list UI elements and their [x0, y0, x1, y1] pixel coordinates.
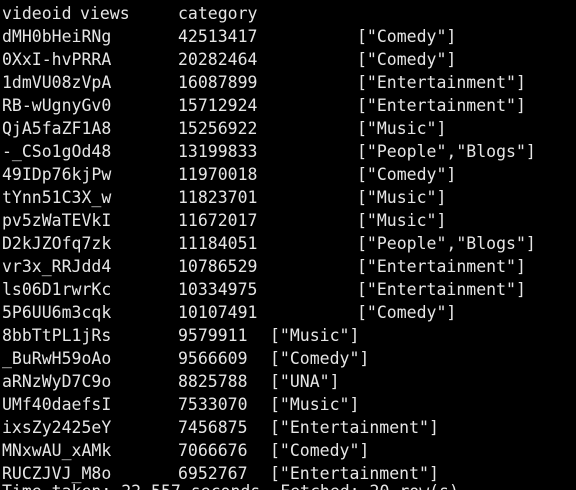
cell-views: 9566609 [178, 349, 248, 368]
cell-views: 10107491 [178, 303, 258, 322]
cell-videoid: aRNzWyD7C9o [2, 372, 112, 391]
cell-videoid: ls06D1rwrKc [2, 280, 112, 299]
cell-videoid: MNxwAU_xAMk [2, 441, 112, 460]
cell-videoid: D2kJZOfq7zk [2, 234, 112, 253]
cell-views: 42513417 [178, 27, 258, 46]
cell-views: 11672017 [178, 211, 258, 230]
cell-videoid: RB-wUgnyGv0 [2, 96, 112, 115]
cell-videoid: dMH0bHeiRNg [2, 27, 112, 46]
cell-category: ["Comedy"] [357, 27, 457, 46]
cell-category: ["Entertainment"] [357, 280, 526, 299]
cell-views: 8825788 [178, 372, 248, 391]
cell-views: 10334975 [178, 280, 258, 299]
cell-views: 7533070 [178, 395, 248, 414]
cell-category: ["Comedy"] [270, 349, 370, 368]
cell-views: 11823701 [178, 188, 258, 207]
cell-videoid: 49IDp76kjPw [2, 165, 112, 184]
cell-category: ["People","Blogs"] [357, 234, 536, 253]
cell-views: 9579911 [178, 326, 248, 345]
cell-category: ["Comedy"] [270, 441, 370, 460]
cell-views: 15256922 [178, 119, 258, 138]
cell-category: ["Music"] [357, 188, 447, 207]
cell-category: ["Music"] [357, 119, 447, 138]
header-category: category [178, 4, 258, 23]
cell-category: ["Entertainment"] [357, 96, 526, 115]
cell-category: ["People","Blogs"] [357, 142, 536, 161]
cell-category: ["Entertainment"] [357, 257, 526, 276]
cell-videoid: UMf40daefsI [2, 395, 112, 414]
cell-category: ["Music"] [270, 326, 360, 345]
cell-videoid: tYnn51C3X_w [2, 188, 112, 207]
header-views: views [80, 4, 130, 23]
cell-category: ["Comedy"] [357, 303, 457, 322]
cell-category: ["Comedy"] [357, 50, 457, 69]
cell-videoid: QjA5faZF1A8 [2, 119, 112, 138]
cell-videoid: vr3x_RRJdd4 [2, 257, 112, 276]
cell-videoid: -_CSo1gOd48 [2, 142, 112, 161]
cell-videoid: 8bbTtPL1jRs [2, 326, 112, 345]
cell-videoid: _BuRwH59oAo [2, 349, 112, 368]
header-videoid: videoid [2, 4, 72, 23]
cell-views: 7066676 [178, 441, 248, 460]
cell-category: ["Comedy"] [357, 165, 457, 184]
cell-category: ["Music"] [270, 395, 360, 414]
cell-videoid: 0XxI-hvPRRA [2, 50, 112, 69]
cell-category: ["Music"] [357, 211, 447, 230]
cell-views: 7456875 [178, 418, 248, 437]
cell-videoid: 5P6UU6m3cqk [2, 303, 112, 322]
header-row: videoid views category [2, 2, 257, 25]
cell-category: ["Entertainment"] [357, 73, 526, 92]
status-line-text: Time taken: 22.557 seconds, Fetched: 20 … [2, 480, 459, 490]
cell-videoid: 1dmVU08zVpA [2, 73, 112, 92]
cell-views: 11970018 [178, 165, 258, 184]
cell-views: 11184051 [178, 234, 258, 253]
cell-views: 20282464 [178, 50, 258, 69]
cell-category: ["Entertainment"] [270, 418, 439, 437]
cell-views: 15712924 [178, 96, 258, 115]
cell-category: ["UNA"] [270, 372, 340, 391]
cell-views: 13199833 [178, 142, 258, 161]
cell-views: 16087899 [178, 73, 258, 92]
status-line-partial: Time taken: 22.557 seconds, Fetched: 20 … [2, 480, 459, 490]
cell-videoid: pv5zWaTEVkI [2, 211, 112, 230]
terminal-output: videoid views category dMH0bHeiRNg 425134… [0, 0, 576, 490]
cell-views: 10786529 [178, 257, 258, 276]
cell-videoid: ixsZy2425eY [2, 418, 112, 437]
